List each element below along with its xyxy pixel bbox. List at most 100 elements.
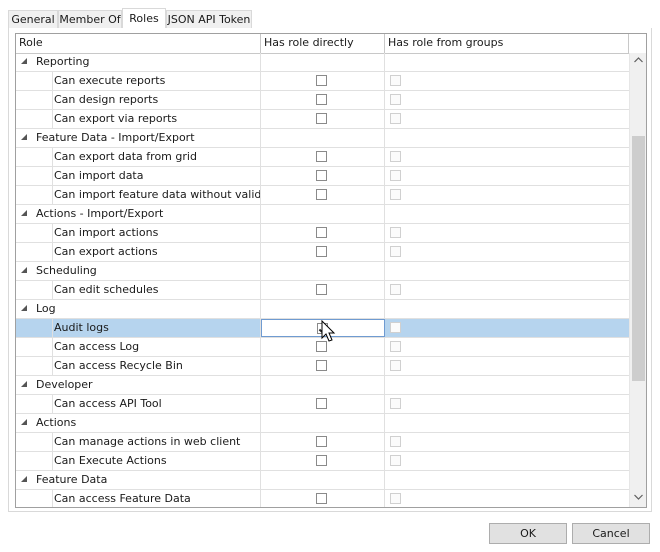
role-row[interactable]: Can Execute Actions [16, 452, 629, 471]
category-row[interactable]: Developer [16, 376, 629, 395]
role-label: Can access Feature Data [54, 492, 191, 505]
has-role-from-groups-cell [385, 262, 629, 280]
role-row[interactable]: Can import data [16, 167, 629, 186]
role-cell: Can access API Tool [16, 395, 261, 413]
has-role-from-groups-cell [385, 414, 629, 432]
tab-member-of[interactable]: Member Of [58, 10, 122, 28]
mouse-pointer-icon [321, 320, 336, 342]
role-row[interactable]: Can access Feature Data [16, 490, 629, 507]
has-role-directly-cell [261, 72, 385, 90]
has-role-from-groups-cell [385, 186, 629, 204]
has-role-directly-cell [261, 129, 385, 147]
role-row[interactable]: Can edit schedules [16, 281, 629, 300]
has-role-directly-checkbox[interactable] [316, 436, 327, 447]
has-role-directly-cell [261, 167, 385, 185]
tree-indent-line [52, 91, 53, 109]
has-role-directly-cell [261, 300, 385, 318]
triangle-expanded-icon[interactable] [20, 380, 30, 390]
tree-indent-line [52, 224, 53, 242]
tab-roles[interactable]: Roles [122, 8, 166, 29]
category-row[interactable]: Scheduling [16, 262, 629, 281]
has-role-directly-checkbox[interactable] [316, 151, 327, 162]
has-role-directly-checkbox[interactable] [316, 284, 327, 295]
has-role-directly-cell [261, 148, 385, 166]
has-role-directly-cell [261, 186, 385, 204]
role-cell: Reporting [16, 53, 261, 71]
tree-indent-line [52, 338, 53, 356]
category-label: Feature Data - Import/Export [36, 131, 195, 144]
scrollbar-thumb[interactable] [632, 136, 645, 381]
role-cell: Feature Data [16, 471, 261, 489]
ok-button[interactable]: OK [489, 523, 567, 544]
has-role-from-groups-cell [385, 357, 629, 375]
has-role-directly-checkbox[interactable] [316, 398, 327, 409]
roles-grid[interactable]: Role Has role directly Has role from gro… [15, 33, 647, 508]
has-role-from-groups-cell [385, 471, 629, 489]
role-row[interactable]: Can design reports [16, 91, 629, 110]
triangle-expanded-icon[interactable] [20, 304, 30, 314]
roles-dialog: General Member Of Roles JSON API Token R… [0, 0, 660, 552]
triangle-expanded-icon[interactable] [20, 133, 30, 143]
role-row[interactable]: Can manage actions in web client [16, 433, 629, 452]
chevron-up-icon[interactable] [630, 53, 646, 70]
category-row[interactable]: Feature Data - Import/Export [16, 129, 629, 148]
has-role-directly-checkbox[interactable] [316, 360, 327, 371]
tree-indent-line [52, 452, 53, 470]
category-row[interactable]: Reporting [16, 53, 629, 72]
column-header-has-role-directly[interactable]: Has role directly [261, 34, 385, 53]
has-role-from-groups-checkbox [390, 360, 401, 371]
role-cell: Can execute reports [16, 72, 261, 90]
triangle-expanded-icon[interactable] [20, 57, 30, 67]
has-role-directly-checkbox[interactable] [316, 189, 327, 200]
role-cell: Actions [16, 414, 261, 432]
category-row[interactable]: Feature Data [16, 471, 629, 490]
tab-json-api-token[interactable]: JSON API Token [166, 10, 252, 28]
tree-indent-line [52, 72, 53, 90]
tree-indent-line [52, 167, 53, 185]
tab-general[interactable]: General [8, 10, 58, 28]
has-role-from-groups-cell [385, 319, 629, 337]
cancel-button[interactable]: Cancel [572, 523, 650, 544]
role-label: Can Execute Actions [54, 454, 167, 467]
role-row[interactable]: Can import actions [16, 224, 629, 243]
category-row[interactable]: Log [16, 300, 629, 319]
has-role-directly-checkbox[interactable] [316, 493, 327, 504]
chevron-down-icon[interactable] [630, 490, 646, 507]
triangle-expanded-icon[interactable] [20, 475, 30, 485]
has-role-directly-checkbox[interactable] [316, 246, 327, 257]
role-row[interactable]: Can export via reports [16, 110, 629, 129]
has-role-directly-checkbox[interactable] [316, 94, 327, 105]
has-role-directly-checkbox[interactable] [316, 455, 327, 466]
has-role-directly-checkbox[interactable] [316, 170, 327, 181]
has-role-directly-cell [261, 243, 385, 261]
has-role-directly-cell [261, 490, 385, 507]
has-role-directly-checkbox[interactable] [316, 227, 327, 238]
category-label: Developer [36, 378, 93, 391]
role-cell: Audit logs [16, 319, 261, 337]
vertical-scrollbar[interactable] [629, 53, 646, 507]
role-row[interactable]: Can access API Tool [16, 395, 629, 414]
category-row[interactable]: Actions - Import/Export [16, 205, 629, 224]
role-cell: Can edit schedules [16, 281, 261, 299]
role-row[interactable]: Can import feature data without validati… [16, 186, 629, 205]
has-role-directly-checkbox[interactable] [316, 113, 327, 124]
triangle-expanded-icon[interactable] [20, 418, 30, 428]
role-cell: Can access Recycle Bin [16, 357, 261, 375]
triangle-expanded-icon[interactable] [20, 209, 30, 219]
role-cell: Developer [16, 376, 261, 394]
has-role-from-groups-checkbox [390, 455, 401, 466]
has-role-directly-checkbox[interactable] [316, 75, 327, 86]
has-role-from-groups-cell [385, 110, 629, 128]
has-role-from-groups-checkbox [390, 189, 401, 200]
role-row[interactable]: Can export data from grid [16, 148, 629, 167]
column-header-has-role-from-groups[interactable]: Has role from groups [385, 34, 629, 53]
role-row[interactable]: Can execute reports [16, 72, 629, 91]
triangle-expanded-icon[interactable] [20, 266, 30, 276]
role-row[interactable]: Can export actions [16, 243, 629, 262]
category-row[interactable]: Actions [16, 414, 629, 433]
role-cell: Log [16, 300, 261, 318]
role-cell: Can export actions [16, 243, 261, 261]
role-label: Can export data from grid [54, 150, 197, 163]
column-header-role[interactable]: Role [16, 34, 261, 53]
role-row[interactable]: Can access Recycle Bin [16, 357, 629, 376]
